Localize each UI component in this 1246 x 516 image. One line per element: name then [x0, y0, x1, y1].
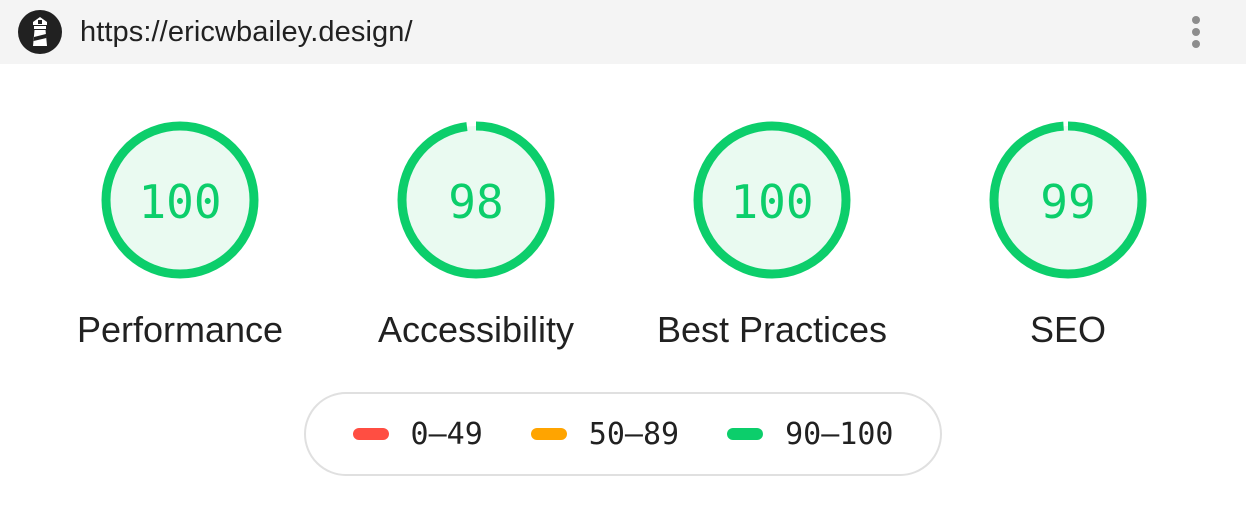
fail-swatch-icon — [352, 428, 389, 440]
page-url: https://ericwbailey.design/ — [80, 16, 413, 48]
gauge-performance[interactable]: 100 Performance — [60, 118, 300, 352]
legend-item-fail: 0–49 — [352, 416, 483, 452]
score-legend: 0–49 50–89 90–100 — [304, 392, 942, 476]
legend-item-average: 50–89 — [530, 416, 680, 452]
gauge-ring: 100 — [101, 121, 259, 279]
gauge-best-practices[interactable]: 100 Best Practices — [652, 118, 892, 352]
gauge-score: 100 — [138, 175, 221, 229]
gauge-score: 100 — [730, 175, 813, 229]
gauge-ring: 98 — [397, 121, 555, 279]
legend-range: 0–49 — [410, 416, 483, 452]
gauge-seo[interactable]: 99 SEO — [948, 118, 1188, 352]
pass-swatch-icon — [727, 428, 764, 440]
gauge-label: Performance — [76, 309, 284, 350]
gauge-score: 99 — [1040, 175, 1095, 229]
gauge-label: Accessibility — [377, 309, 575, 350]
gauge-score: 98 — [448, 175, 503, 229]
legend-range: 90–100 — [785, 416, 894, 452]
gauge-accessibility[interactable]: 98 Accessibility — [356, 118, 596, 352]
url-bar: https://ericwbailey.design/ — [0, 0, 1246, 64]
more-options-button[interactable] — [1180, 12, 1212, 52]
legend-item-pass: 90–100 — [727, 417, 893, 452]
average-swatch-icon — [530, 428, 567, 440]
gauge-label: Best Practices — [656, 309, 888, 350]
legend-range: 50–89 — [588, 416, 680, 452]
gauge-label: SEO — [1029, 309, 1107, 350]
more-vertical-icon — [1192, 16, 1200, 24]
gauge-ring: 100 — [693, 121, 851, 279]
gauge-ring: 99 — [989, 121, 1147, 279]
more-vertical-icon-dot — [1192, 28, 1200, 36]
lighthouse-icon — [18, 10, 62, 54]
more-vertical-icon-dot — [1192, 40, 1200, 48]
